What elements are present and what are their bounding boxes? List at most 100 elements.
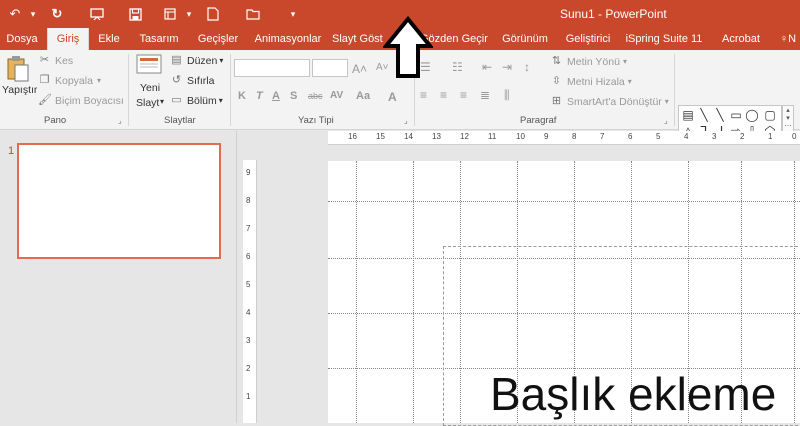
underline-button[interactable]: A [272,90,280,102]
strikethrough-button[interactable]: abc [308,91,323,101]
save-icon[interactable] [124,4,146,24]
paste-button[interactable]: Yapıştır [2,84,37,96]
group-label-pano: Pano [44,115,67,126]
rounded-rect-icon[interactable]: ▢ [763,108,777,122]
lightbulb-icon: ♀ [779,33,789,45]
ruler-tick: 5 [246,280,251,289]
text-box-icon[interactable]: ▤ [681,108,695,122]
font-launcher-icon[interactable]: ⌟ [404,116,408,125]
layout-button[interactable]: ▤ Düzen ▾ [170,54,223,67]
font-name-combo[interactable] [234,59,310,77]
tab-giris[interactable]: Giriş [47,28,89,50]
font-size-combo[interactable] [312,59,348,77]
ruler-tick: 16 [348,132,357,141]
new-slide-label-1[interactable]: Yeni [140,82,160,94]
tab-ispring[interactable]: iSpring Suite 11 [624,28,704,50]
tab-ekle[interactable]: Ekle [92,28,126,50]
format-painter-button[interactable]: 🖌 Biçim Boyacısı [38,94,124,107]
ruler-tick: 2 [246,364,251,373]
pano-launcher-icon[interactable]: ⌟ [118,116,122,125]
new-file-icon[interactable] [202,4,224,24]
group-label-paragraf: Paragraf [520,115,557,126]
increase-indent-icon[interactable]: ⇥ [502,60,512,74]
grow-font-icon[interactable]: A˄ [352,62,367,76]
ruler-tick: 3 [246,336,251,345]
ruler-tick: 4 [246,308,251,317]
numbering-icon[interactable]: ☷ [452,60,463,74]
align-left-icon[interactable]: ≡ [420,88,427,102]
slide-title-text[interactable]: Başlık ekleme [490,367,776,421]
tab-acrobat[interactable]: Acrobat [716,28,766,50]
ruler-tick: 6 [246,252,251,261]
ruler-tick: 10 [516,132,525,141]
ruler-tick: 1 [246,392,251,401]
align-text-icon: ⇳ [551,75,562,87]
spacing-button[interactable]: AV [330,90,343,101]
justify-icon[interactable]: ≣ [480,88,490,102]
rect-icon[interactable]: ▭ [729,108,743,122]
section-button[interactable]: ▭ Bölüm ▾ [170,94,222,107]
tab-gelistirici[interactable]: Geliştirici [560,28,616,50]
text-direction-button[interactable]: ⇅ Metin Yönü ▾ [550,55,627,68]
shadow-button[interactable]: S [290,90,297,102]
reset-icon: ↺ [171,74,182,86]
italic-button[interactable]: T [256,90,263,102]
decrease-indent-icon[interactable]: ⇤ [482,60,492,74]
paragraph-launcher-icon[interactable]: ⌟ [664,116,668,125]
ruler-tick: 0 [792,132,797,141]
tab-tell-me[interactable]: ♀N [778,28,798,50]
font-color-button[interactable]: A [388,90,397,104]
group-separator [674,54,675,126]
smartart-label: SmartArt'a Dönüştür [567,95,662,108]
ruler-tick: 9 [544,132,549,141]
open-folder-icon[interactable] [242,4,264,24]
smartart-button[interactable]: ⊞ SmartArt'a Dönüştür ▾ [550,95,669,108]
tab-gorunum[interactable]: Görünüm [498,28,552,50]
line-spacing-icon[interactable]: ↕ [524,60,530,74]
redo-icon[interactable]: ↻ [46,4,68,24]
tab-tasarim[interactable]: Tasarım [130,28,188,50]
layout-grid-icon: ▤ [171,54,182,66]
new-slide-dropdown-icon[interactable]: ▾ [160,97,164,106]
line-diag-icon[interactable]: ╲ [713,108,727,122]
align-center-icon[interactable]: ≡ [440,88,447,102]
change-case-button[interactable]: Aa [356,90,370,102]
customize-icon[interactable]: ▾ [282,4,304,24]
layout-dropdown-icon[interactable]: ▾ [178,4,200,24]
tab-tell-me-label: N [788,33,797,45]
ruler-tick: 9 [246,168,251,177]
slide-thumbnail[interactable] [17,143,221,259]
section-label: Bölüm [187,94,217,107]
copy-button[interactable]: ❐ Kopyala ▾ [38,74,101,87]
up-arrow-icon [383,16,433,78]
tab-animasyonlar[interactable]: Animasyonlar [248,28,328,50]
new-slide-label-2[interactable]: Slayt [136,97,159,109]
align-text-button[interactable]: ⇳ Metni Hizala ▾ [550,75,632,88]
tab-gecisler[interactable]: Geçişler [190,28,246,50]
scissors-icon: ✂ [39,54,50,66]
group-separator [230,54,231,126]
undo-dropdown-icon[interactable]: ▾ [22,4,44,24]
oval-icon[interactable]: ◯ [745,108,759,122]
ruler-tick: 7 [600,132,605,141]
ruler-tick: 14 [404,132,413,141]
tab-dosya[interactable]: Dosya [0,28,44,50]
tab-slayt-gosterisi[interactable]: Slayt Göst [332,28,390,50]
cut-button[interactable]: ✂ Kes [38,54,73,67]
ruler-tick: 13 [432,132,441,141]
paste-icon[interactable] [6,54,34,84]
reset-button[interactable]: ↺ Sıfırla [170,74,215,87]
columns-icon[interactable]: ⫼ [504,88,510,103]
ruler-tick: 2 [740,132,745,141]
copy-label: Kopyala [55,74,93,87]
reset-label: Sıfırla [187,74,215,87]
ruler-tick: 1 [768,132,773,141]
line-icon[interactable]: ╲ [697,108,711,122]
present-icon[interactable] [86,4,108,24]
new-slide-icon[interactable] [136,54,162,76]
ruler-tick: 11 [488,132,497,141]
text-direction-icon: ⇅ [551,55,562,67]
bold-button[interactable]: K [238,90,246,102]
align-right-icon[interactable]: ≡ [460,88,467,102]
slide-canvas[interactable]: Başlık ekleme [328,161,800,426]
